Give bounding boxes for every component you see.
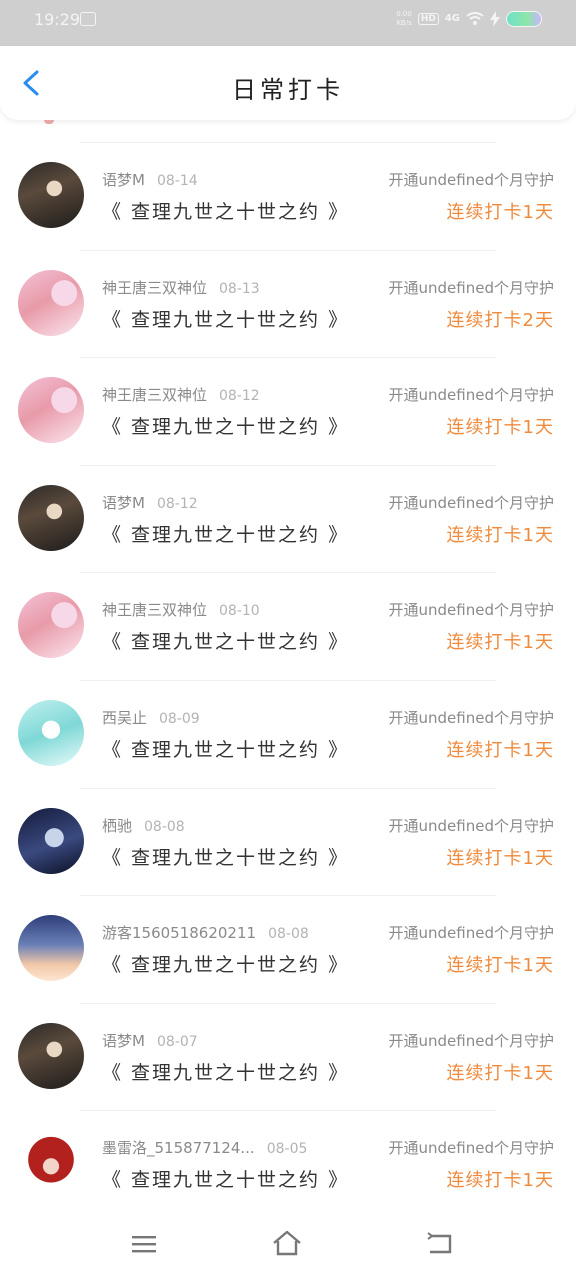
avatar[interactable] — [18, 162, 84, 228]
date: 08-12 — [156, 495, 198, 512]
user-line: 语梦M 08-07 — [102, 1030, 198, 1051]
avatar[interactable] — [18, 269, 84, 336]
book-title: 《 查理九世之十世之约 》 — [102, 201, 350, 223]
guard-status: 开通undefined个月守护 — [388, 386, 554, 405]
streak-label: 连续打卡1天 — [446, 739, 554, 761]
clipped-previous-item — [0, 120, 576, 142]
list-item[interactable]: 神王唐三双神位 08-10 《 查理九世之十世之约 》 开通undefined个月… — [0, 572, 576, 680]
book-title: 《 查理九世之十世之约 》 — [102, 846, 350, 869]
date: 08-12 — [219, 388, 260, 405]
status-bar: 19:29 0.00 KB/s HD 4G — [0, 0, 576, 46]
streak-label: 连续打卡1天 — [446, 1170, 554, 1192]
book-title: 《 查理九世之十世之约 》 — [102, 1061, 350, 1084]
date: 08-10 — [219, 603, 260, 620]
header-bar: 日常打卡 — [0, 46, 576, 120]
list-item[interactable]: 语梦M 08-07 《 查理九世之十世之约 》 开通undefined个月守护 连… — [0, 1002, 576, 1111]
checkin-list[interactable]: 语梦M 08-14 《 查理九世之十世之约 》 开通undefined个月守护 连… — [0, 120, 576, 1218]
guard-status: 开通undefined个月守护 — [388, 708, 554, 727]
book-title: 《 查理九世之十世之约 》 — [102, 954, 350, 977]
guard-status: 开通undefined个月守护 — [388, 278, 554, 297]
guard-status: 开通undefined个月守护 — [388, 924, 554, 943]
streak-label: 连续打卡1天 — [446, 1062, 554, 1084]
username: 游客1560518620211 — [102, 924, 257, 943]
book-title: 《 查理九世之十世之约 》 — [102, 1169, 350, 1192]
guard-status: 开通undefined个月守护 — [388, 601, 554, 620]
battery-icon — [506, 11, 542, 27]
username: 墨雷洛_515877124... — [102, 1139, 255, 1158]
streak-label: 连续打卡1天 — [446, 955, 554, 977]
page-title: 日常打卡 — [232, 76, 344, 104]
charging-icon — [490, 11, 500, 27]
home-icon[interactable] — [272, 1230, 302, 1256]
username: 神王唐三双神位 — [102, 386, 208, 405]
guard-status: 开通undefined个月守护 — [388, 1031, 554, 1050]
wifi-icon — [466, 12, 484, 25]
network-speed: 0.00 KB/s — [396, 10, 412, 27]
book-title: 《 查理九世之十世之约 》 — [102, 631, 350, 654]
user-line: 西吴止 08-09 — [102, 707, 200, 728]
username: 语梦M — [102, 1031, 145, 1050]
avatar[interactable] — [18, 592, 84, 659]
username: 神王唐三双神位 — [102, 278, 208, 297]
wechat-notification-icon — [80, 12, 96, 26]
date: 08-13 — [219, 280, 260, 297]
hd-badge: HD — [417, 13, 439, 25]
avatar[interactable] — [18, 915, 84, 982]
avatar[interactable] — [18, 807, 84, 874]
streak-label: 连续打卡1天 — [446, 524, 554, 546]
list-item[interactable]: 游客1560518620211 08-08 《 查理九世之十世之约 》 开通und… — [0, 895, 576, 1003]
system-navigation-bar — [0, 1212, 576, 1280]
menu-icon[interactable] — [132, 1234, 156, 1254]
date: 08-08 — [268, 926, 309, 943]
date: 08-09 — [159, 710, 200, 727]
streak-label: 连续打卡1天 — [446, 417, 554, 439]
username: 栖驰 — [102, 816, 133, 835]
user-line: 神王唐三双神位 08-10 — [102, 599, 260, 620]
list-item[interactable]: 墨雷洛_515877124... 08-05 《 查理九世之十世之约 》 开通un… — [0, 1110, 576, 1218]
date: 08-08 — [144, 818, 185, 835]
user-line: 神王唐三双神位 08-13 — [102, 277, 260, 298]
user-line: 语梦M 08-12 — [102, 492, 198, 513]
streak-label: 连续打卡1天 — [446, 202, 554, 223]
streak-label: 连续打卡1天 — [446, 847, 554, 869]
list-item[interactable]: 神王唐三双神位 08-12 《 查理九世之十世之约 》 开通undefined个月… — [0, 357, 576, 465]
book-title: 《 查理九世之十世之约 》 — [102, 416, 350, 439]
user-line: 语梦M 08-14 — [102, 169, 198, 190]
status-indicators: 0.00 KB/s HD 4G — [396, 10, 542, 28]
streak-label: 连续打卡2天 — [446, 309, 554, 331]
list-item[interactable]: 神王唐三双神位 08-13 《 查理九世之十世之约 》 开通undefined个月… — [0, 249, 576, 358]
book-title: 《 查理九世之十世之约 》 — [102, 523, 350, 546]
list-item[interactable]: 栖驰 08-08 《 查理九世之十世之约 》 开通undefined个月守护 连续… — [0, 787, 576, 896]
status-time: 19:29 — [34, 10, 81, 29]
guard-status: 开通undefined个月守护 — [388, 493, 554, 512]
date: 08-14 — [156, 173, 198, 189]
list-item[interactable]: 西吴止 08-09 《 查理九世之十世之约 》 开通undefined个月守护 连… — [0, 679, 576, 788]
streak-label: 连续打卡1天 — [446, 632, 554, 654]
date: 08-07 — [156, 1033, 198, 1050]
book-title: 《 查理九世之十世之约 》 — [102, 308, 350, 331]
date: 08-05 — [266, 1141, 308, 1158]
avatar[interactable] — [18, 1130, 84, 1197]
list-item[interactable]: 语梦M 08-14 《 查理九世之十世之约 》 开通undefined个月守护 连… — [0, 142, 576, 250]
avatar[interactable] — [18, 484, 84, 551]
guard-status: 开通undefined个月守护 — [388, 816, 554, 835]
username: 西吴止 — [102, 708, 148, 727]
avatar[interactable] — [18, 377, 84, 444]
user-line: 墨雷洛_515877124... 08-05 — [102, 1137, 307, 1158]
username: 语梦M — [102, 171, 145, 189]
user-line: 游客1560518620211 08-08 — [102, 922, 309, 943]
user-line: 栖驰 08-08 — [102, 815, 185, 836]
avatar[interactable] — [18, 1022, 84, 1089]
username: 神王唐三双神位 — [102, 601, 208, 620]
avatar[interactable] — [18, 699, 84, 766]
username: 语梦M — [102, 493, 145, 512]
guard-status: 开通undefined个月守护 — [388, 1139, 554, 1158]
book-title: 《 查理九世之十世之约 》 — [102, 738, 350, 761]
user-line: 神王唐三双神位 08-12 — [102, 384, 260, 405]
guard-status: 开通undefined个月守护 — [388, 171, 554, 189]
network-type: 4G — [444, 13, 460, 24]
list-item[interactable]: 语梦M 08-12 《 查理九世之十世之约 》 开通undefined个月守护 连… — [0, 464, 576, 573]
back-icon[interactable] — [426, 1232, 454, 1256]
